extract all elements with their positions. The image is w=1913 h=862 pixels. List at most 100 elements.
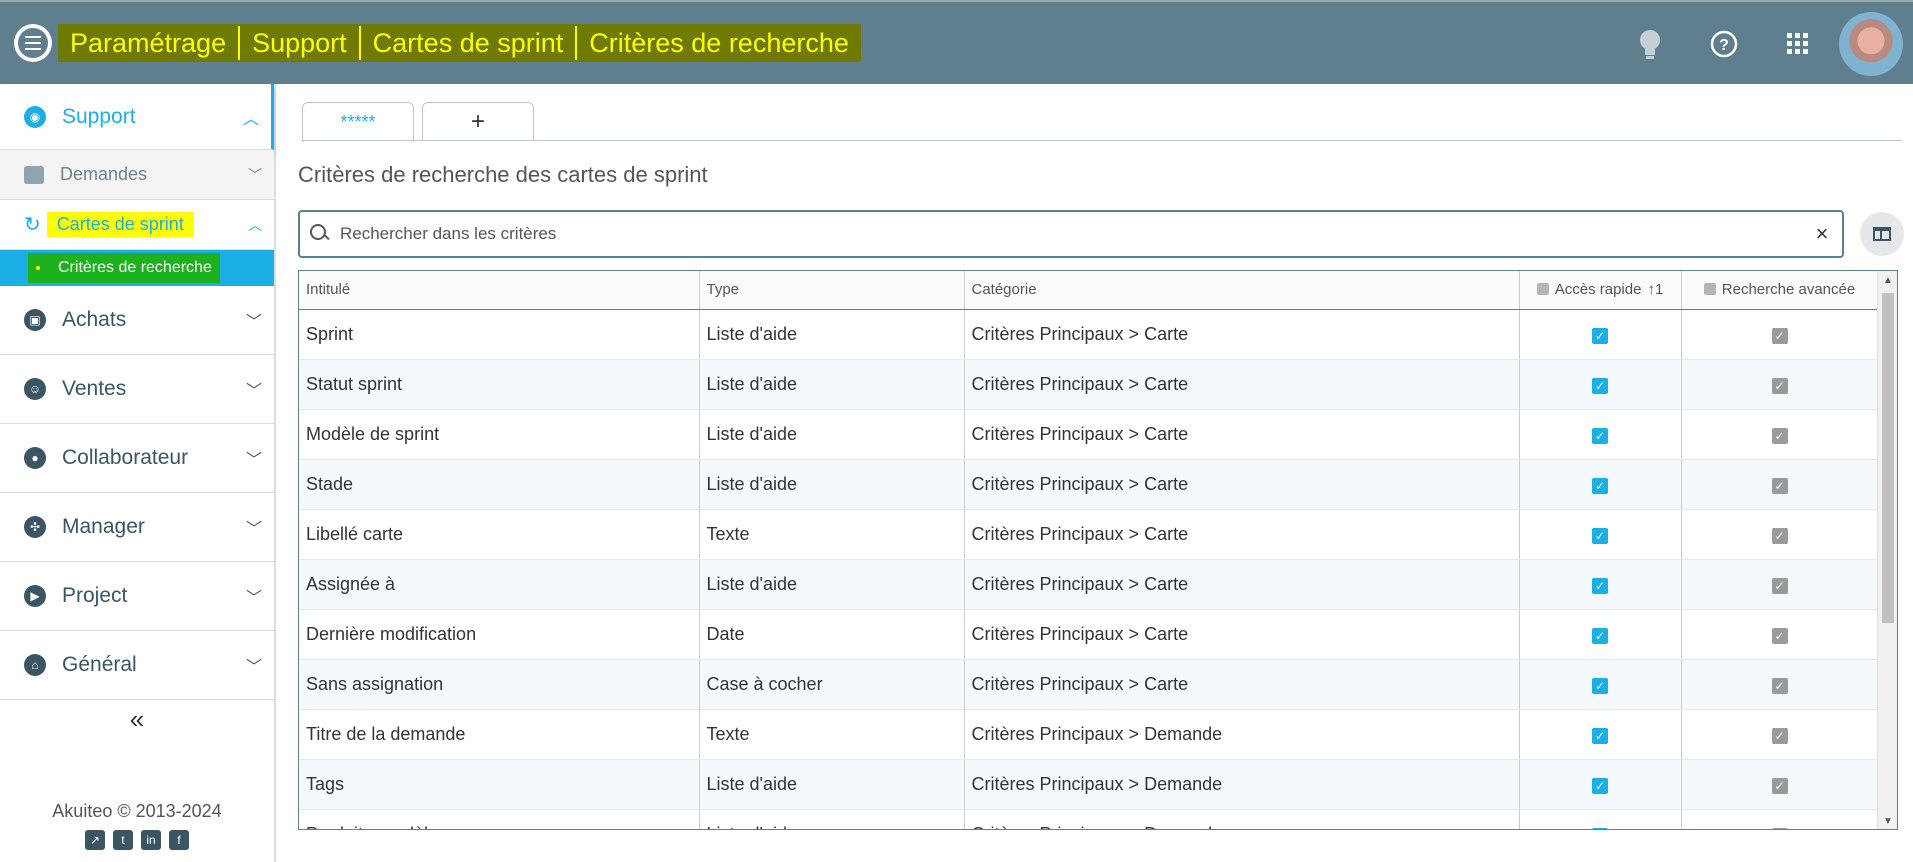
- sidebar-item-cartes-de-sprint[interactable]: ↻ Cartes de sprint ︿: [0, 200, 274, 250]
- app-logo-icon[interactable]: [14, 24, 52, 62]
- scroll-up-icon[interactable]: ▲: [1883, 275, 1893, 286]
- akuiteo-icon[interactable]: ↗: [85, 830, 105, 850]
- sidebar-item-achats[interactable]: ▣ Achats ﹀: [0, 286, 274, 355]
- recherche-avancee-checkbox: ✓: [1771, 427, 1788, 444]
- sidebar-item-demandes[interactable]: Demandes ﹀: [0, 150, 274, 200]
- cell-intitule: Sprint: [299, 309, 700, 360]
- cell-categorie: Critères Principaux > Demande: [964, 709, 1520, 760]
- acces-rapide-checkbox[interactable]: ✓: [1592, 827, 1608, 829]
- sidebar-item-project[interactable]: ▶ Project ﹀: [0, 562, 274, 631]
- cell-intitule: Dernière modification: [299, 609, 700, 660]
- sidebar-item-label: Support: [62, 104, 136, 128]
- facebook-icon[interactable]: f: [169, 830, 189, 850]
- cell-recherche-avancee: ✓: [1681, 459, 1879, 510]
- cell-categorie: Critères Principaux > Carte: [964, 459, 1520, 510]
- table-row[interactable]: Assignée à Liste d'aide Critères Principau…: [299, 559, 1879, 610]
- vertical-scrollbar[interactable]: ▲ ▼: [1877, 271, 1897, 829]
- sidebar-item-manager[interactable]: ✣ Manager ﹀: [0, 493, 274, 562]
- table-row[interactable]: Sans assignation Case à cocher Critères Pr…: [299, 659, 1879, 710]
- acces-rapide-checkbox[interactable]: ✓: [1592, 577, 1608, 594]
- acces-rapide-checkbox[interactable]: ✓: [1592, 627, 1608, 644]
- cell-recherche-avancee: ✓: [1681, 509, 1879, 560]
- chevron-down-icon: ﹀: [245, 383, 262, 400]
- general-icon: ⌂: [24, 654, 46, 676]
- sidebar-item-collaborateur[interactable]: ● Collaborateur ﹀: [0, 424, 274, 493]
- scroll-down-icon[interactable]: ▼: [1883, 816, 1893, 827]
- twitter-icon[interactable]: t: [113, 830, 133, 850]
- column-header-recherche-avancee[interactable]: Recherche avancée: [1681, 271, 1879, 310]
- table-row[interactable]: Libellé carte Texte Critères Principaux > …: [299, 509, 1879, 560]
- user-avatar[interactable]: [1839, 12, 1903, 76]
- cell-categorie: Critères Principaux > Carte: [964, 409, 1520, 460]
- table-row[interactable]: Sprint Liste d'aide Critères Principaux > …: [299, 309, 1879, 360]
- search-icon: [310, 224, 330, 244]
- table-row[interactable]: Modèle de sprint Liste d'aide Critères Pri…: [299, 409, 1879, 460]
- chevron-down-icon: ﹀: [248, 166, 262, 183]
- cell-type: Liste d'aide: [699, 459, 965, 510]
- chevron-down-icon: ﹀: [245, 659, 262, 676]
- search-input[interactable]: [340, 224, 1802, 244]
- table-row[interactable]: Titre de la demande Texte Critères Princip…: [299, 709, 1879, 760]
- column-header-type[interactable]: Type: [699, 271, 965, 310]
- tab-active[interactable]: *****: [302, 102, 414, 142]
- layout-icon: [1873, 227, 1891, 241]
- cell-type: Liste d'aide: [699, 359, 965, 410]
- acces-rapide-checkbox[interactable]: ✓: [1592, 777, 1608, 794]
- cell-intitule: Sans assignation: [299, 659, 700, 710]
- acces-rapide-checkbox[interactable]: ✓: [1592, 327, 1608, 344]
- acces-rapide-checkbox[interactable]: ✓: [1592, 427, 1608, 444]
- table-row[interactable]: Tags Liste d'aide Critères Principaux > De…: [299, 759, 1879, 810]
- column-header-intitule[interactable]: Intitulé: [299, 271, 700, 310]
- acces-rapide-checkbox[interactable]: ✓: [1592, 527, 1608, 544]
- collapse-sidebar-button[interactable]: «: [0, 704, 274, 735]
- table-row[interactable]: Stade Liste d'aide Critères Principaux > C…: [299, 459, 1879, 510]
- linkedin-icon[interactable]: in: [141, 830, 161, 850]
- breadcrumb-item-cartes-de-sprint[interactable]: Cartes de sprint: [361, 26, 578, 60]
- cell-type: Liste d'aide: [699, 809, 965, 829]
- cell-type: Liste d'aide: [699, 759, 965, 810]
- sidebar-item-ventes[interactable]: ☺ Ventes ﹀: [0, 355, 274, 424]
- footer: Akuiteo © 2013-2024 ↗ t in f: [0, 801, 274, 850]
- chevron-up-icon: ︿: [248, 216, 262, 233]
- column-header-categorie[interactable]: Catégorie: [964, 271, 1520, 310]
- acces-rapide-checkbox[interactable]: ✓: [1592, 677, 1608, 694]
- sidebar-item-label: Project: [62, 584, 128, 607]
- acces-rapide-checkbox[interactable]: ✓: [1592, 727, 1608, 744]
- cell-intitule: Titre de la demande: [299, 709, 700, 760]
- header-checkbox[interactable]: [1536, 283, 1549, 296]
- cell-acces-rapide: ✓: [1519, 809, 1682, 829]
- recherche-avancee-checkbox: ✓: [1771, 327, 1788, 344]
- apps-grid-icon[interactable]: [1761, 2, 1835, 86]
- scrollbar-thumb[interactable]: [1882, 293, 1894, 623]
- table-row[interactable]: Dernière modification Date Critères Princi…: [299, 609, 1879, 660]
- add-tab-button[interactable]: +: [422, 102, 534, 140]
- lightbulb-icon[interactable]: [1613, 2, 1687, 86]
- cell-categorie: Critères Principaux > Carte: [964, 609, 1520, 660]
- cell-recherche-avancee: ✓: [1681, 659, 1879, 710]
- collaborateur-icon: ●: [24, 447, 46, 469]
- cell-acces-rapide: ✓: [1519, 759, 1682, 810]
- cell-intitule: Modèle de sprint: [299, 409, 700, 460]
- header-checkbox[interactable]: [1703, 283, 1716, 296]
- sidebar-item-support[interactable]: ◉ Support ︿: [0, 84, 274, 150]
- breadcrumb-item-support[interactable]: Support: [240, 26, 361, 60]
- table-row[interactable]: Produit - modèleListe d'aideCritères Pri…: [299, 809, 1879, 829]
- chat-icon: [24, 165, 44, 184]
- sidebar-item-criteres-de-recherche[interactable]: Critères de recherche: [0, 250, 274, 286]
- acces-rapide-checkbox[interactable]: ✓: [1592, 377, 1608, 394]
- sidebar-item-label: Critères de recherche: [58, 259, 212, 276]
- page-title: Critères de recherche des cartes de spri…: [298, 162, 708, 187]
- cell-categorie: Critères Principaux > Carte: [964, 509, 1520, 560]
- help-icon[interactable]: ?: [1687, 2, 1761, 86]
- sidebar-item-label: Collaborateur: [62, 446, 189, 469]
- breadcrumb-item-parametrage[interactable]: Paramétrage: [58, 26, 241, 60]
- sidebar-item-general[interactable]: ⌂ Général ﹀: [0, 631, 274, 700]
- clear-search-button[interactable]: ×: [1802, 221, 1842, 247]
- column-layout-button[interactable]: [1860, 212, 1904, 256]
- recherche-avancee-checkbox: ✓: [1771, 477, 1788, 494]
- column-header-acces-rapide[interactable]: Accès rapide ↑1: [1519, 271, 1682, 310]
- main-content: ***** + Critères de recherche des cartes…: [278, 84, 1913, 862]
- table-row[interactable]: Statut sprint Liste d'aide Critères Princi…: [299, 359, 1879, 410]
- cell-recherche-avancee: ✓: [1681, 559, 1879, 610]
- acces-rapide-checkbox[interactable]: ✓: [1592, 477, 1608, 494]
